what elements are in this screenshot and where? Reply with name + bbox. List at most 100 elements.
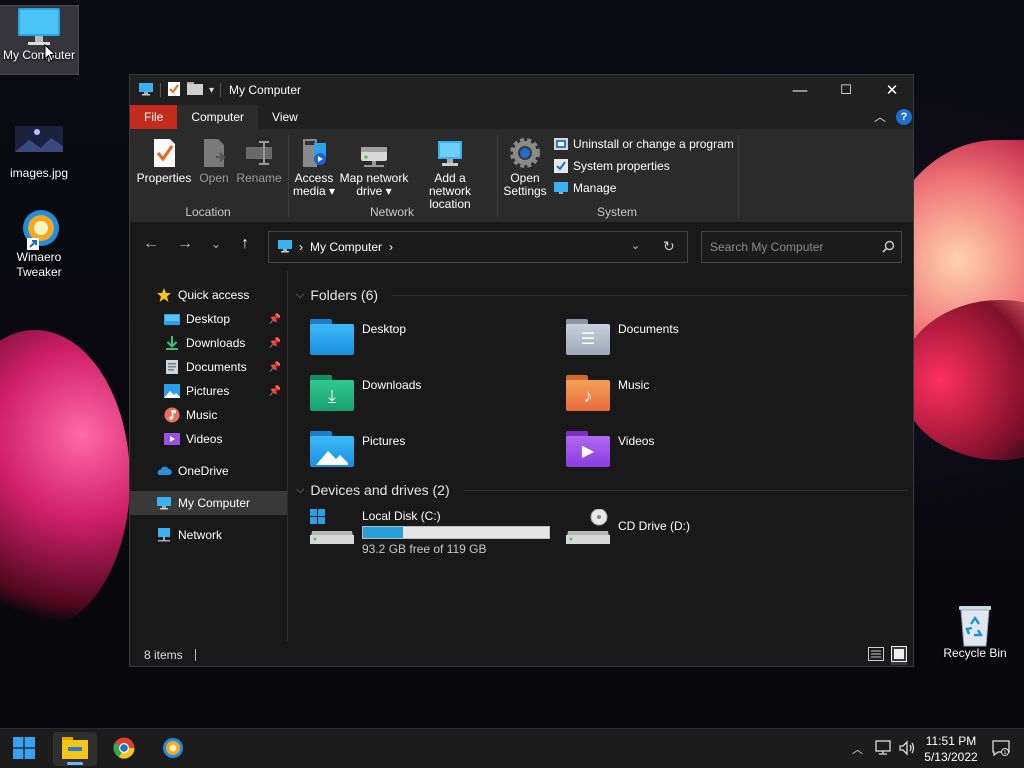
breadcrumb-my-computer[interactable]: My Computer	[310, 240, 382, 254]
clock[interactable]: 11:51 PM 5/13/2022	[920, 733, 982, 765]
nav-label: Quick access	[178, 288, 250, 302]
notifications-icon[interactable]: 1	[992, 739, 1010, 760]
maximize-button[interactable]: ☐	[823, 75, 869, 105]
recent-locations-chevron-icon[interactable]: ⌄	[204, 237, 228, 251]
desktop-icon-my-computer[interactable]: My Computer	[0, 5, 79, 75]
folder-desktop[interactable]: Desktop	[310, 319, 406, 355]
manage-button[interactable]: Manage	[554, 181, 616, 195]
address-dropdown-chevron-icon[interactable]: ⌄	[631, 239, 640, 252]
rename-button[interactable]: Rename	[236, 137, 282, 185]
address-field[interactable]: › My Computer › ⌄ ↻	[268, 231, 688, 263]
drive-usage-fill	[363, 527, 404, 538]
folder-documents[interactable]: ☰ Documents	[566, 319, 679, 355]
open-button[interactable]: Open	[194, 137, 234, 185]
manage-label: Manage	[573, 181, 617, 195]
nav-item-downloads[interactable]: Downloads 📌	[130, 331, 287, 355]
taskbar-chrome[interactable]	[102, 732, 146, 766]
content-pane: ⌵ Folders (6) Desktop ☰ Documents ⤓ Down…	[290, 271, 913, 641]
tab-file[interactable]: File	[130, 105, 178, 129]
desktop-icon-winaero-tweaker[interactable]: Winaero Tweaker	[0, 208, 78, 280]
large-icons-view-icon[interactable]	[891, 646, 907, 665]
tab-view[interactable]: View	[258, 105, 312, 129]
properties-quick-icon[interactable]	[167, 81, 181, 100]
computer-icon	[138, 82, 154, 99]
help-icon[interactable]: ?	[896, 109, 912, 125]
up-arrow-icon[interactable]: ↑	[233, 235, 257, 253]
close-button[interactable]: ✕	[869, 75, 915, 105]
network-tray-icon[interactable]	[874, 740, 892, 759]
nav-item-videos[interactable]: Videos	[130, 427, 287, 451]
tab-computer[interactable]: Computer	[177, 105, 259, 129]
access-media-button[interactable]: Access media ▾	[292, 137, 336, 198]
ribbon-separator	[738, 135, 739, 217]
search-input[interactable]: Search My Computer	[701, 231, 902, 263]
uninstall-program-button[interactable]: Uninstall or change a program	[554, 137, 734, 151]
clock-date: 5/13/2022	[924, 750, 978, 764]
nav-onedrive[interactable]: OneDrive	[130, 459, 287, 483]
section-title: Folders (6)	[310, 287, 379, 303]
nav-network[interactable]: Network	[130, 523, 287, 547]
taskbar-winaero-tweaker[interactable]	[151, 732, 195, 766]
add-network-location-button[interactable]: Add a network location	[412, 137, 488, 211]
title-bar[interactable]: ▾ My Computer — ☐ ✕	[130, 75, 913, 105]
map-network-drive-label: Map network drive ▾	[339, 171, 409, 198]
drives-section-header[interactable]: ⌵ Devices and drives (2)	[296, 482, 908, 498]
open-icon	[198, 137, 230, 169]
navigation-pane: Quick access Desktop 📌 Downloads 📌 Docum…	[130, 271, 288, 641]
map-network-drive-button[interactable]: Map network drive ▾	[338, 137, 410, 198]
divider	[392, 294, 908, 296]
folder-videos[interactable]: ▶ Videos	[566, 431, 654, 467]
drive-cd-d[interactable]: CD Drive (D:)	[566, 508, 690, 545]
collapse-ribbon-icon[interactable]: ︿	[874, 108, 886, 125]
ribbon-tabs: File Computer View ︿ ?	[130, 105, 913, 129]
pin-icon[interactable]: 📌	[269, 386, 281, 397]
mouse-cursor-icon	[44, 43, 57, 65]
nav-label: OneDrive	[178, 464, 229, 478]
new-folder-quick-icon[interactable]	[187, 82, 203, 98]
open-label: Open	[199, 171, 229, 185]
refresh-icon[interactable]: ↻	[663, 238, 675, 255]
search-icon[interactable]	[882, 240, 895, 256]
folder-downloads[interactable]: ⤓ Downloads	[310, 375, 421, 411]
pin-icon[interactable]: 📌	[269, 338, 281, 349]
hard-drive-icon	[310, 509, 354, 545]
show-hidden-icons-chevron-icon[interactable]: ︿	[852, 741, 863, 757]
chevron-down-icon: ⌵	[296, 483, 305, 496]
customize-quick-access-icon[interactable]: ▾	[209, 85, 214, 96]
folders-section-header[interactable]: ⌵ Folders (6)	[296, 287, 908, 303]
rename-label: Rename	[236, 171, 282, 185]
nav-quick-access[interactable]: Quick access	[130, 283, 287, 307]
desktop-icon-recycle-bin[interactable]: Recycle Bin	[936, 604, 1014, 661]
folder-music[interactable]: ♪ Music	[566, 375, 649, 411]
nav-label: Videos	[186, 432, 223, 446]
volume-icon[interactable]	[898, 740, 916, 759]
details-view-icon[interactable]	[868, 647, 884, 664]
pictures-folder-icon	[310, 431, 354, 467]
nav-item-music[interactable]: Music	[130, 403, 287, 427]
forward-arrow-icon[interactable]: →	[173, 235, 197, 253]
nav-item-pictures[interactable]: Pictures 📌	[130, 379, 287, 403]
drive-local-disk-c[interactable]: Local Disk (C:) 93.2 GB free of 119 GB	[310, 509, 550, 556]
nav-my-computer[interactable]: My Computer	[130, 491, 287, 515]
back-arrow-icon[interactable]: ←	[139, 235, 163, 253]
system-properties-button[interactable]: System properties	[554, 159, 670, 173]
nav-item-documents[interactable]: Documents 📌	[130, 355, 287, 379]
system-properties-icon	[554, 159, 568, 173]
window-title: My Computer	[229, 83, 302, 97]
pin-icon[interactable]: 📌	[269, 314, 281, 325]
computer-icon	[156, 495, 172, 511]
taskbar-file-explorer[interactable]	[53, 732, 97, 766]
open-settings-button[interactable]: Open Settings	[502, 137, 548, 198]
start-button[interactable]	[2, 732, 46, 766]
properties-button[interactable]: Properties	[136, 137, 192, 185]
minimize-button[interactable]: —	[777, 75, 823, 105]
nav-label: Music	[186, 408, 218, 422]
divider	[220, 83, 222, 97]
add-network-location-icon	[434, 137, 466, 169]
desktop-icon-images-jpg[interactable]: images.jpg	[0, 124, 78, 181]
pin-icon[interactable]: 📌	[269, 362, 281, 373]
desktop-folder-icon	[310, 319, 354, 355]
svg-text:1: 1	[1003, 750, 1007, 756]
nav-item-desktop[interactable]: Desktop 📌	[130, 307, 287, 331]
folder-pictures[interactable]: Pictures	[310, 431, 405, 467]
